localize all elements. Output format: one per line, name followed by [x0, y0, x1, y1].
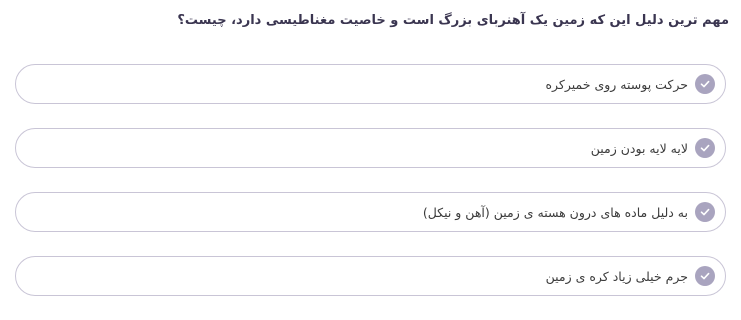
- answer-option-4[interactable]: جرم خیلی زیاد کره ی زمین: [15, 256, 726, 296]
- answer-options: حرکت پوسته روی خمیرکره لایه لایه بودن زم…: [15, 64, 726, 320]
- answer-option-label: جرم خیلی زیاد کره ی زمین: [545, 268, 688, 284]
- check-circle-icon: [695, 74, 715, 94]
- question-text: مهم ترین دلیل این که زمین یک آهنربای بزر…: [177, 13, 729, 28]
- check-circle-icon: [695, 138, 715, 158]
- check-circle-icon: [695, 266, 715, 286]
- answer-option-label: به دلیل ماده های درون هسته ی زمین (آهن و…: [422, 204, 688, 220]
- answer-option-label: لایه لایه بودن زمین: [590, 140, 688, 156]
- answer-option-1[interactable]: حرکت پوسته روی خمیرکره: [15, 64, 726, 104]
- answer-option-2[interactable]: لایه لایه بودن زمین: [15, 128, 726, 168]
- check-circle-icon: [695, 202, 715, 222]
- answer-option-label: حرکت پوسته روی خمیرکره: [545, 76, 688, 92]
- answer-option-3[interactable]: به دلیل ماده های درون هسته ی زمین (آهن و…: [15, 192, 726, 232]
